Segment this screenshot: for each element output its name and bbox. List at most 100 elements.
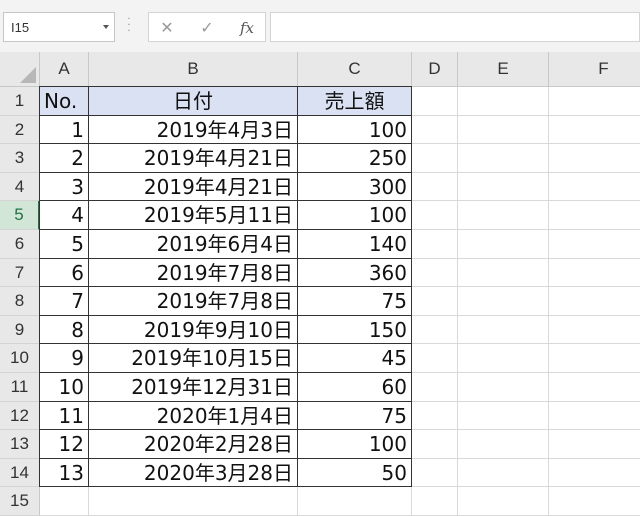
cell-a7[interactable]: 6 [40,258,89,288]
column-header-c[interactable]: C [298,52,412,87]
cell-f15[interactable] [549,487,640,516]
cell-f3[interactable] [549,144,640,173]
row-header-3[interactable]: 3 [0,144,40,173]
cell-d15[interactable] [412,487,458,516]
cell-d9[interactable] [412,315,458,345]
column-header-b[interactable]: B [89,52,298,87]
cell-b13[interactable]: 2020年2月28日 [89,430,298,459]
cell-c15[interactable] [298,487,412,516]
cell-e15[interactable] [458,487,549,516]
cell-c9[interactable]: 150 [298,315,412,345]
select-all-button[interactable] [0,52,40,87]
cell-d5[interactable] [412,201,458,230]
cell-b12[interactable]: 2020年1月4日 [89,401,298,431]
cell-e2[interactable] [458,115,549,145]
cell-a12[interactable]: 11 [40,401,89,431]
cell-b5[interactable]: 2019年5月11日 [89,201,298,230]
cell-c4[interactable]: 300 [298,172,412,202]
row-header-11[interactable]: 11 [0,373,40,402]
column-header-e[interactable]: E [458,52,549,87]
cell-a5[interactable]: 4 [40,201,89,230]
cell-f14[interactable] [549,459,640,488]
cell-d10[interactable] [412,344,458,373]
cell-a13[interactable]: 12 [40,430,89,459]
cell-a4[interactable]: 3 [40,172,89,202]
cell-d6[interactable] [412,230,458,259]
row-header-6[interactable]: 6 [0,230,40,259]
cell-e7[interactable] [458,258,549,288]
cell-b4[interactable]: 2019年4月21日 [89,172,298,202]
cell-e5[interactable] [458,201,549,230]
cell-f13[interactable] [549,430,640,459]
column-header-d[interactable]: D [412,52,458,87]
row-header-15[interactable]: 15 [0,487,40,516]
row-header-12[interactable]: 12 [0,401,40,431]
cell-e10[interactable] [458,344,549,373]
cell-a3[interactable]: 2 [40,144,89,173]
cell-a14[interactable]: 13 [40,458,89,488]
row-header-10[interactable]: 10 [0,344,40,373]
cell-c2[interactable]: 100 [298,115,412,145]
cell-d3[interactable] [412,144,458,173]
cell-c6[interactable]: 140 [298,230,412,259]
cell-f5[interactable] [549,201,640,230]
cell-e8[interactable] [458,287,549,316]
cell-b15[interactable] [89,487,298,516]
cell-c12[interactable]: 75 [298,401,412,431]
cell-f6[interactable] [549,230,640,259]
cell-a15[interactable] [40,487,89,516]
cell-e6[interactable] [458,230,549,259]
cell-e4[interactable] [458,172,549,202]
cell-f8[interactable] [549,287,640,316]
cell-b8[interactable]: 2019年7月8日 [89,287,298,316]
row-header-4[interactable]: 4 [0,172,40,202]
row-header-7[interactable]: 7 [0,258,40,288]
cell-f4[interactable] [549,173,640,202]
cell-d11[interactable] [412,373,458,402]
cell-b1[interactable]: 日付 [89,87,298,116]
cell-d7[interactable] [412,258,458,288]
row-header-8[interactable]: 8 [0,287,40,316]
column-header-a[interactable]: A [40,52,89,87]
cell-b11[interactable]: 2019年12月31日 [89,373,298,402]
cell-d4[interactable] [412,172,458,202]
cell-d2[interactable] [412,115,458,145]
cell-e13[interactable] [458,430,549,459]
cell-b3[interactable]: 2019年4月21日 [89,144,298,173]
cell-f11[interactable] [549,373,640,402]
cell-f7[interactable] [549,259,640,288]
cell-a2[interactable]: 1 [40,115,89,145]
cell-b9[interactable]: 2019年9月10日 [89,315,298,345]
cell-f10[interactable] [549,344,640,373]
cell-c11[interactable]: 60 [298,373,412,402]
cell-b2[interactable]: 2019年4月3日 [89,115,298,145]
cell-f12[interactable] [549,402,640,431]
enter-icon[interactable]: ✓ [193,16,221,40]
row-header-1[interactable]: 1 [0,87,40,116]
row-header-2[interactable]: 2 [0,115,40,145]
formula-input[interactable] [270,12,640,42]
cell-b7[interactable]: 2019年7月8日 [89,258,298,288]
grip-icon[interactable]: · · · [127,15,131,37]
name-box[interactable]: I15 [3,12,115,42]
cell-a9[interactable]: 8 [40,315,89,345]
cell-c3[interactable]: 250 [298,144,412,173]
cancel-icon[interactable]: ✕ [153,16,181,40]
insert-function-button[interactable]: fx [233,16,261,40]
cell-c13[interactable]: 100 [298,430,412,459]
cell-c1[interactable]: 売上額 [298,87,412,116]
cell-d13[interactable] [412,430,458,459]
cell-a6[interactable]: 5 [40,230,89,259]
cell-c5[interactable]: 100 [298,201,412,230]
cell-d1[interactable] [412,87,458,116]
cell-d12[interactable] [412,401,458,431]
cell-e14[interactable] [458,458,549,488]
cell-c10[interactable]: 45 [298,344,412,373]
cell-c14[interactable]: 50 [298,458,412,488]
column-header-f[interactable]: F [549,52,640,87]
chevron-down-icon[interactable] [103,25,109,29]
cell-f9[interactable] [549,316,640,345]
row-header-5[interactable]: 5 [0,201,40,230]
cell-f2[interactable] [549,116,640,145]
cell-e3[interactable] [458,144,549,173]
